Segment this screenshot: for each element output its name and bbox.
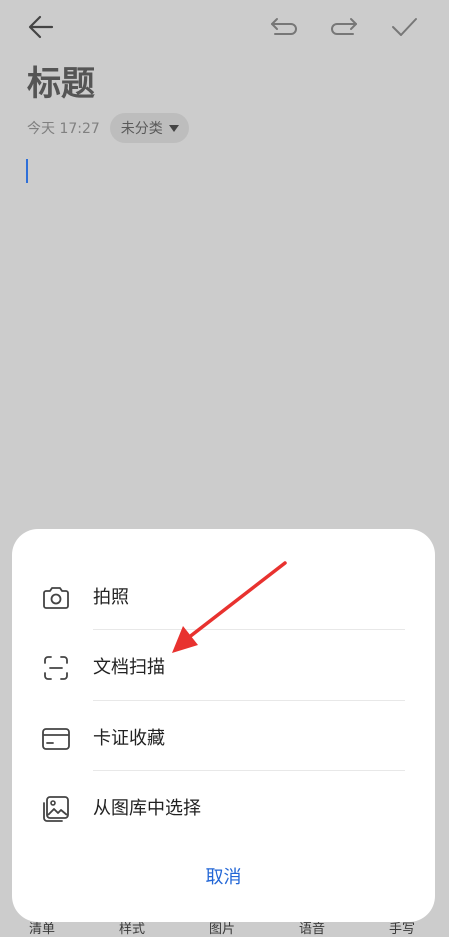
- camera-icon: [41, 583, 71, 613]
- gallery-icon: [41, 794, 71, 824]
- note-timestamp: 今天 17:27: [27, 121, 100, 137]
- caret-down-icon: [168, 124, 179, 132]
- option-card-collection[interactable]: 卡证收藏: [12, 702, 435, 772]
- divider: [93, 700, 405, 701]
- option-label: 从图库中选择: [93, 798, 201, 819]
- card-icon: [41, 724, 71, 754]
- text-cursor: [26, 159, 28, 183]
- option-choose-from-gallery[interactable]: 从图库中选择: [12, 772, 435, 842]
- option-label: 卡证收藏: [93, 728, 165, 749]
- option-label: 拍照: [93, 587, 129, 608]
- insert-options-sheet: 拍照 文档扫描 卡证收藏 从图库中选择 取消: [12, 529, 435, 922]
- undo-icon[interactable]: [267, 10, 301, 44]
- category-dropdown[interactable]: 未分类: [109, 113, 189, 143]
- divider: [93, 629, 405, 630]
- top-bar: [0, 0, 449, 52]
- divider: [93, 770, 405, 771]
- option-take-photo[interactable]: 拍照: [12, 561, 435, 631]
- confirm-check-icon[interactable]: [387, 10, 421, 44]
- option-document-scan[interactable]: 文档扫描: [12, 631, 435, 701]
- scan-icon: [41, 653, 71, 683]
- option-label: 文档扫描: [93, 657, 165, 678]
- note-title[interactable]: 标题: [27, 60, 95, 108]
- note-meta: 今天 17:27 未分类: [27, 113, 189, 143]
- back-arrow-icon[interactable]: [24, 10, 58, 44]
- category-label: 未分类: [120, 121, 163, 137]
- cancel-button[interactable]: 取消: [12, 854, 435, 902]
- redo-icon[interactable]: [327, 10, 361, 44]
